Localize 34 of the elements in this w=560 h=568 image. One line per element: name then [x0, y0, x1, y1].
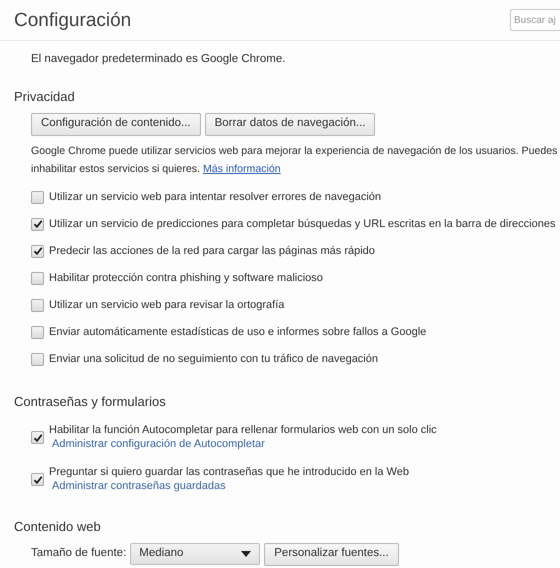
settings-link[interactable]: Administrar configuración de Autocompletar	[49, 437, 437, 451]
font-size-dropdown[interactable]: Mediano	[130, 543, 260, 565]
option-label: Utilizar un servicio web para intentar resolver errores de navegación	[49, 190, 381, 204]
option-label: Preguntar si quiero guardar las contraseñas que he introducido en la Web	[49, 465, 409, 479]
settings-link[interactable]: Administrar contraseñas guardadas	[49, 479, 409, 493]
section-title: Contraseñas y formularios	[13, 392, 167, 411]
checkbox[interactable]	[31, 298, 44, 312]
more-info-link[interactable]: Más información	[202, 162, 281, 174]
checkbox[interactable]	[31, 326, 44, 338]
section-title: Contenido web	[13, 518, 102, 536]
option-label: Predecir las acciones de la red para cargar las páginas más rápido	[49, 244, 375, 258]
checkbox[interactable]	[31, 272, 44, 284]
option-label: Utilizar un servicio web para revisar la ortografía	[49, 298, 284, 312]
checkbox[interactable]	[31, 218, 44, 230]
checkbox[interactable]	[31, 190, 44, 204]
page-title: Configuración	[14, 8, 132, 33]
checkbox[interactable]	[31, 473, 44, 486]
option-label: Utilizar un servicio de predicciones para completar búsquedas y URL escritas en la barra de direcciones	[49, 216, 556, 232]
checkbox[interactable]	[31, 352, 44, 366]
font-size-label: Tamaño de fuente:	[31, 546, 126, 562]
option-label: Enviar automáticamente estadísticas de uso e informes sobre fallos a Google	[49, 324, 426, 340]
privacy-description: Google Chrome puede utilizar servicios web para mejorar la experiencia de navegación de los usuarios. Puedes inhabilitar estos servicios si quieres. Más información	[30, 144, 558, 176]
option-label: Enviar una solicitud de no seguimiento con tu tráfico de navegación	[49, 352, 378, 366]
section-title: Privacidad	[13, 88, 76, 106]
dropdown-caret-icon	[241, 551, 252, 557]
checkbox[interactable]	[31, 244, 44, 258]
search-field[interactable]: Buscar aj	[510, 9, 560, 31]
action-button[interactable]: Borrar datos de navegación...	[204, 112, 376, 136]
default-browser-text: El navegador predeterminado es Google Chrome.	[30, 52, 286, 67]
checkbox[interactable]	[31, 431, 44, 444]
customize-fonts-button[interactable]: Personalizar fuentes...	[264, 542, 399, 566]
option-label: Habilitar la función Autocompletar para rellenar formularios web con un solo clic	[49, 423, 437, 437]
option-label: Habilitar protección contra phishing y software malicioso	[49, 270, 323, 286]
action-button[interactable]: Configuración de contenido...	[31, 112, 201, 136]
